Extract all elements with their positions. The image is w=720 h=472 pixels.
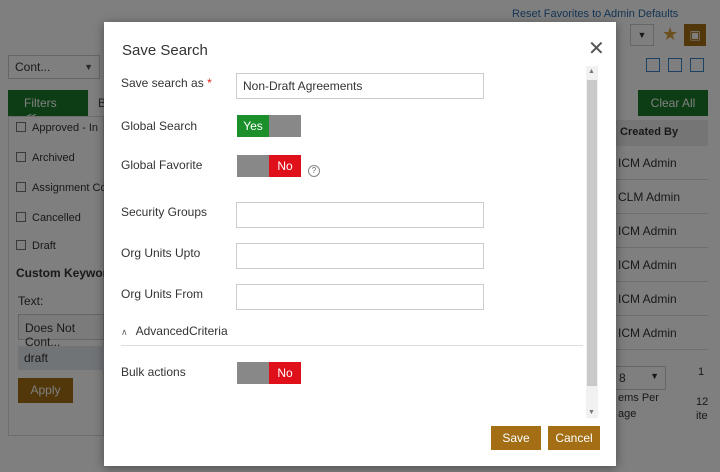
scrollbar-thumb[interactable]: [587, 80, 597, 386]
save-search-dialog: Save Search ✕ Save search as * Global Se…: [104, 22, 616, 466]
global-search-toggle[interactable]: Yes: [237, 115, 301, 137]
security-groups-input[interactable]: [236, 202, 484, 228]
dialog-scrollbar[interactable]: ▲ ▼: [586, 66, 598, 418]
global-search-label: Global Search: [121, 119, 198, 133]
save-button[interactable]: Save: [491, 426, 541, 450]
toggle-on-state: Yes: [237, 115, 269, 137]
org-units-from-input[interactable]: [236, 284, 484, 310]
org-units-upto-label: Org Units Upto: [121, 246, 201, 260]
org-units-upto-input[interactable]: [236, 243, 484, 269]
help-icon[interactable]: ?: [308, 165, 320, 177]
cancel-button[interactable]: Cancel: [548, 426, 600, 450]
toggle-knob: [237, 362, 269, 384]
dialog-body: Save search as * Global Search Yes Globa…: [104, 66, 598, 418]
global-favorite-toggle[interactable]: No: [237, 155, 301, 177]
scroll-up-icon[interactable]: ▲: [588, 68, 595, 75]
org-units-from-label: Org Units From: [121, 287, 204, 301]
required-marker: *: [207, 76, 212, 90]
toggle-off-state: No: [269, 362, 301, 384]
section-divider: [121, 345, 583, 346]
save-search-as-label: Save search as *: [121, 76, 212, 90]
close-icon[interactable]: ✕: [588, 36, 605, 61]
toggle-knob: [237, 155, 269, 177]
toggle-knob: [269, 115, 301, 137]
bulk-actions-toggle[interactable]: No: [237, 362, 301, 384]
save-search-as-input[interactable]: [236, 73, 484, 99]
chevron-up-icon: ∧: [121, 327, 128, 337]
bulk-actions-label: Bulk actions: [121, 365, 186, 379]
security-groups-label: Security Groups: [121, 205, 208, 219]
toggle-off-state: No: [269, 155, 301, 177]
global-favorite-label: Global Favorite: [121, 158, 203, 172]
scroll-down-icon[interactable]: ▼: [588, 409, 595, 416]
advanced-criteria-toggle[interactable]: ∧ AdvancedCriteria: [121, 324, 228, 338]
dialog-title: Save Search: [122, 42, 208, 59]
